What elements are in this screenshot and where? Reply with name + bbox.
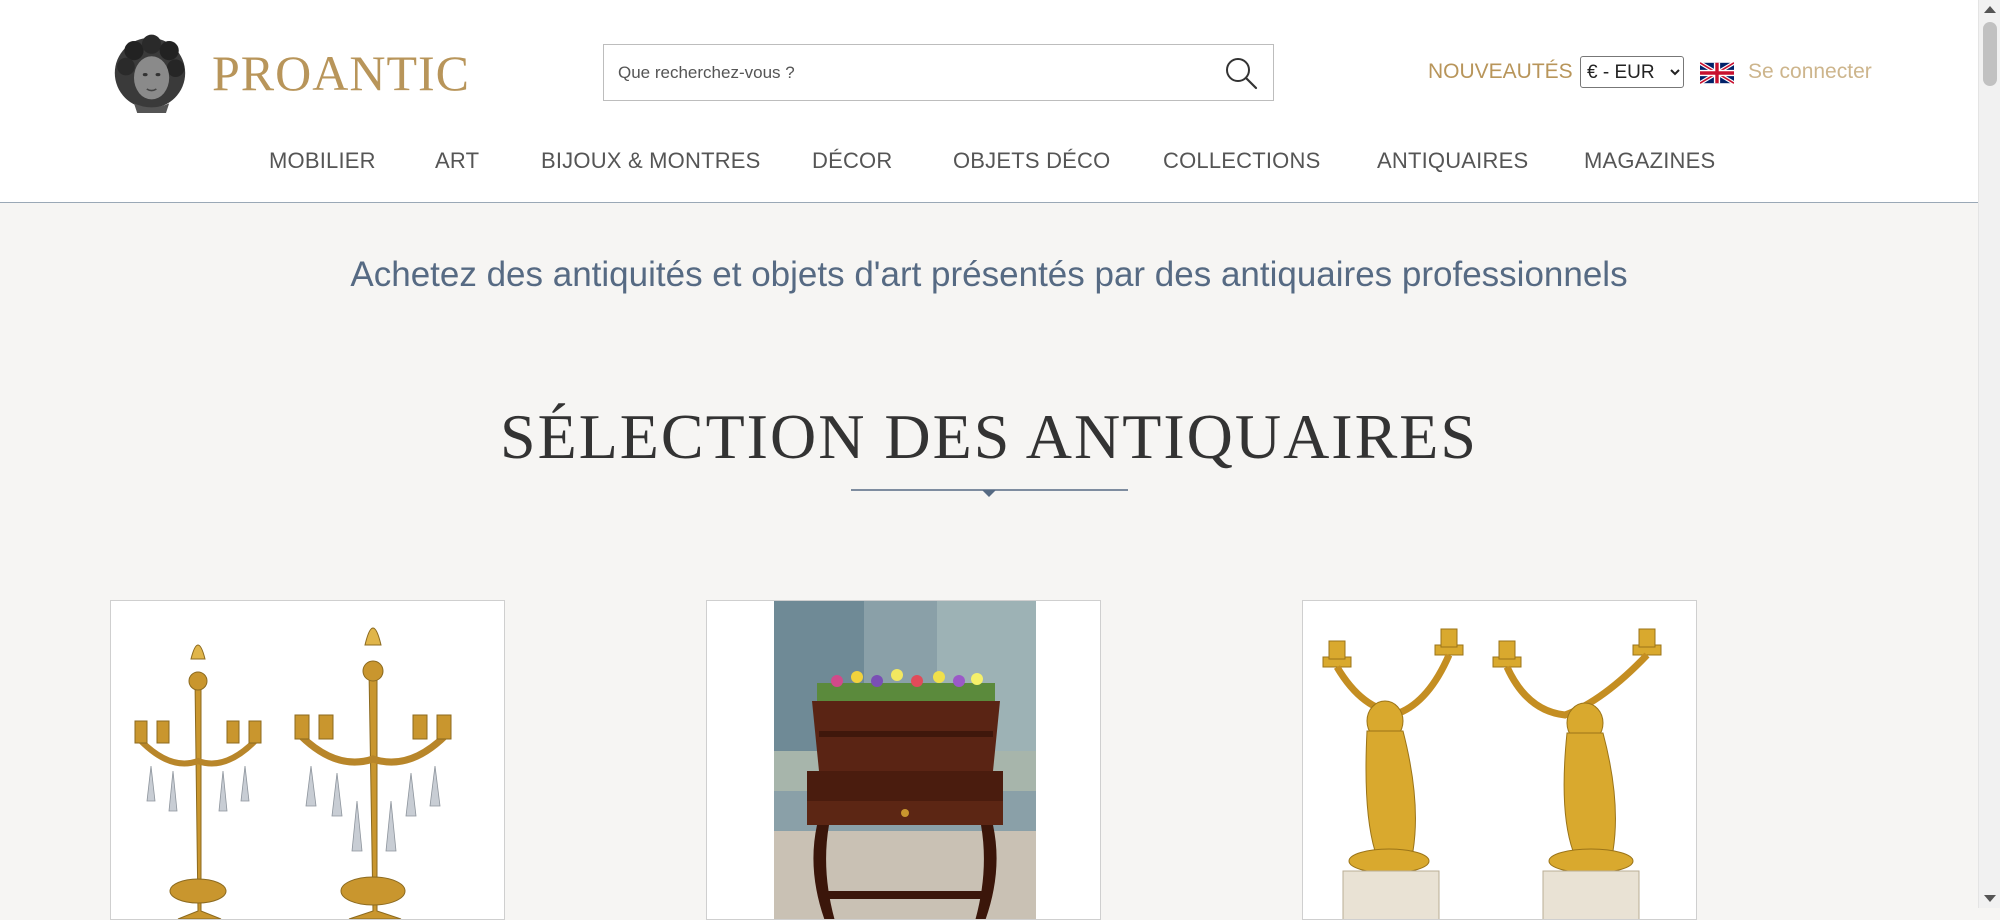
scroll-thumb[interactable] — [1983, 22, 1997, 86]
product-image-candelabra — [111, 601, 504, 919]
search-input[interactable] — [604, 45, 1232, 100]
page: PROANTIC NOUVEAUTÉS € - EUR Se connecter… — [0, 0, 1978, 920]
nav-item-antiquaires[interactable]: ANTIQUAIRES — [1377, 148, 1528, 174]
logo-text: PROANTIC — [211, 45, 470, 101]
nav-item-objets-deco[interactable]: OBJETS DÉCO — [953, 148, 1110, 174]
logo-link[interactable]: PROANTIC — [110, 18, 470, 128]
product-card-candelabra[interactable] — [110, 600, 505, 920]
site-header: PROANTIC NOUVEAUTÉS € - EUR Se connecter… — [0, 0, 1978, 203]
product-image-cherubs — [1303, 601, 1696, 919]
product-card-cherubs[interactable] — [1302, 600, 1697, 920]
currency-select[interactable]: € - EUR — [1580, 56, 1684, 88]
page-scrollbar[interactable] — [1978, 0, 2000, 908]
nav-item-bijoux-montres[interactable]: BIJOUX & MONTRES — [541, 148, 761, 174]
section-title: SÉLECTION DES ANTIQUAIRES — [500, 401, 1478, 472]
scroll-up-arrow-icon[interactable] — [1984, 6, 1996, 13]
product-card-jardiniere[interactable] — [706, 600, 1101, 920]
nouveautes-link[interactable]: NOUVEAUTÉS — [1428, 60, 1573, 84]
nav-item-mobilier[interactable]: MOBILIER — [269, 148, 376, 174]
product-image-jardiniere — [707, 601, 1100, 919]
logo-bust-icon — [114, 34, 186, 113]
uk-flag-icon[interactable] — [1700, 60, 1734, 86]
main-nav: MOBILIER ART BIJOUX & MONTRES DÉCOR OBJE… — [0, 148, 1978, 178]
nav-item-decor[interactable]: DÉCOR — [812, 148, 892, 174]
nav-item-art[interactable]: ART — [435, 148, 479, 174]
search-icon[interactable] — [1223, 55, 1259, 91]
scroll-down-arrow-icon[interactable] — [1984, 895, 1996, 902]
login-link[interactable]: Se connecter — [1748, 60, 1872, 84]
tagline: Achetez des antiquités et objets d'art p… — [350, 255, 1628, 294]
nav-item-collections[interactable]: COLLECTIONS — [1163, 148, 1320, 174]
title-divider — [851, 489, 1128, 497]
search-box — [603, 44, 1274, 101]
nav-item-magazines[interactable]: MAGAZINES — [1584, 148, 1715, 174]
